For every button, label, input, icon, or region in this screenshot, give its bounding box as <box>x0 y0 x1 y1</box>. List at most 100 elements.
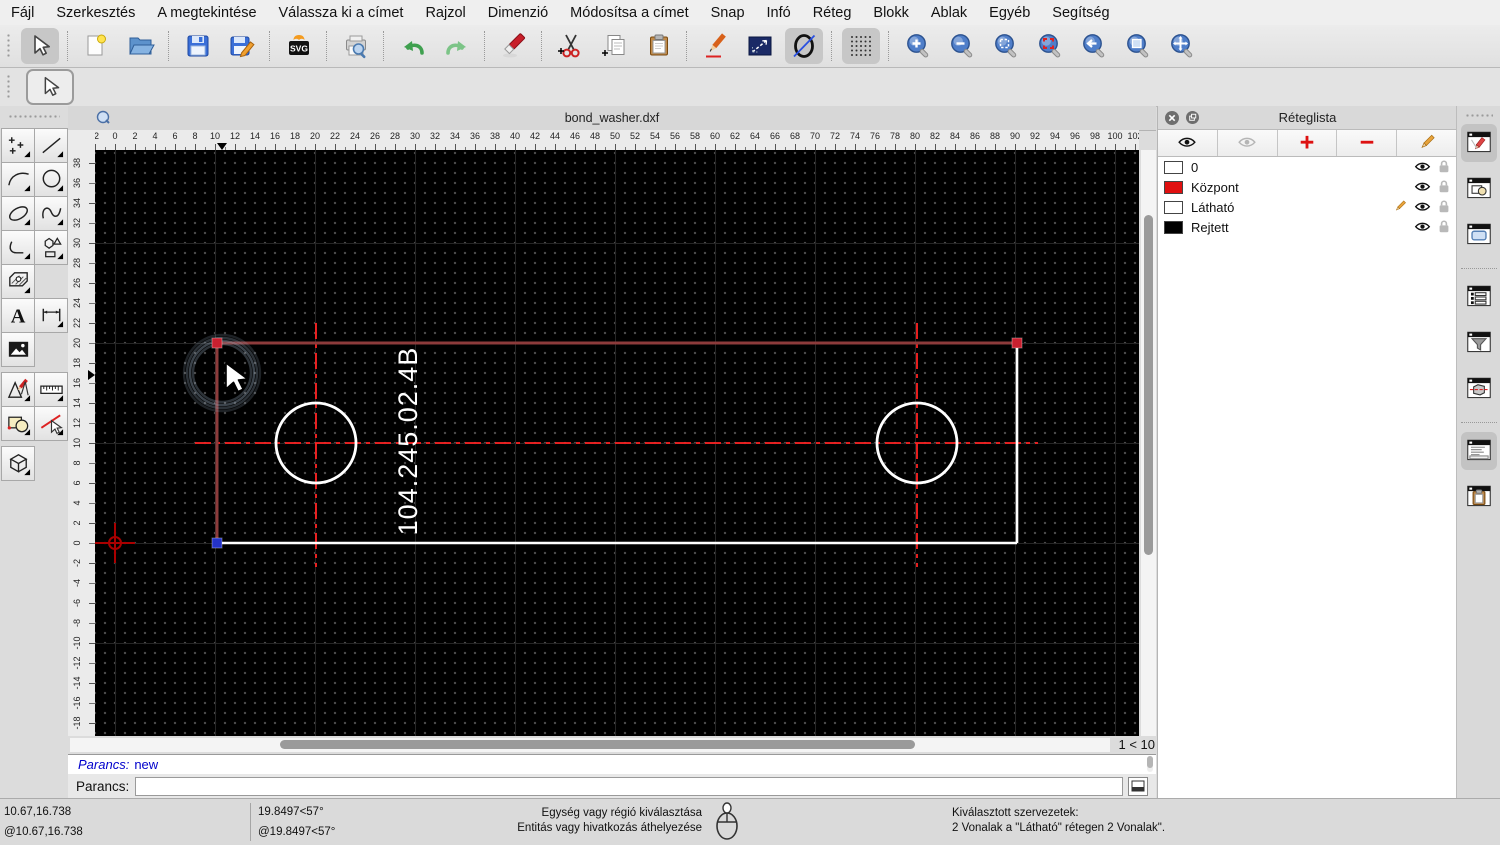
horizontal-scrollbar[interactable] <box>70 738 1110 752</box>
zoom-out-button[interactable] <box>943 28 981 64</box>
selection-handle-red[interactable] <box>211 337 223 349</box>
svg-export-button[interactable]: SVG <box>280 28 318 64</box>
layer-row-0[interactable]: 0 <box>1158 157 1457 177</box>
zoom-window-button[interactable] <box>1031 28 1069 64</box>
spline-tool-button[interactable] <box>34 196 68 231</box>
hide-all-eye-button[interactable] <box>1217 130 1278 156</box>
copy-button[interactable] <box>596 28 634 64</box>
menu-szerkesztés[interactable]: Szerkesztés <box>45 5 146 21</box>
clipboard-widget-button[interactable] <box>1461 478 1497 516</box>
menu-segítség[interactable]: Segítség <box>1041 5 1120 21</box>
block-list-widget-button[interactable] <box>1461 170 1497 208</box>
command-widget-button[interactable] <box>1461 432 1497 470</box>
library-widget-button[interactable] <box>1461 216 1497 254</box>
new-document-button[interactable] <box>78 28 116 64</box>
menu-infó[interactable]: Infó <box>756 5 802 21</box>
save-as-button[interactable] <box>223 28 261 64</box>
paste-button[interactable] <box>640 28 678 64</box>
menu-válassza-ki-a-címet[interactable]: Válassza ki a címet <box>268 5 415 21</box>
delete-entity-button[interactable] <box>495 28 533 64</box>
layer-color-swatch[interactable] <box>1164 180 1183 194</box>
layer-color-swatch[interactable] <box>1164 220 1183 234</box>
image-tool-button[interactable] <box>1 332 35 367</box>
layer-lock-toggle[interactable] <box>1435 159 1453 175</box>
layer-list-widget-button[interactable] <box>1461 124 1497 162</box>
zoom-auto-button[interactable] <box>987 28 1025 64</box>
undo-button[interactable] <box>394 28 432 64</box>
layer-row-Központ[interactable]: Központ <box>1158 177 1457 197</box>
vertical-scrollbar-thumb[interactable] <box>1144 215 1153 555</box>
edit-pen-button[interactable] <box>697 28 735 64</box>
menu-blokk[interactable]: Blokk <box>862 5 919 21</box>
open-file-button[interactable] <box>122 28 160 64</box>
zoom-pan-button[interactable] <box>1163 28 1201 64</box>
layer-lock-toggle[interactable] <box>1435 179 1453 195</box>
measure-tool-button[interactable] <box>34 372 68 407</box>
view-widget-button[interactable] <box>1461 370 1497 408</box>
solid-3d-tool-button[interactable] <box>1 446 35 481</box>
points-tool-button[interactable] <box>1 128 35 163</box>
ellipse2-tool-button[interactable] <box>1 196 35 231</box>
text-tool-button[interactable]: A <box>1 298 35 333</box>
polyline-tool-button[interactable] <box>1 230 35 265</box>
layer-visibility-toggle[interactable] <box>1413 159 1431 176</box>
print-preview-button[interactable] <box>337 28 375 64</box>
layer-lock-toggle[interactable] <box>1435 199 1453 215</box>
command-history-scrollbar[interactable] <box>1147 756 1153 772</box>
attributes-button[interactable] <box>741 28 779 64</box>
menu-egyéb[interactable]: Egyéb <box>978 5 1041 21</box>
add-layer-button[interactable] <box>1277 130 1338 156</box>
hatch-tool-button[interactable] <box>1 264 35 299</box>
zoom-page-button[interactable] <box>1119 28 1157 64</box>
tool-options-drag-handle[interactable] <box>6 74 12 100</box>
command-keyboard-toggle-button[interactable] <box>1128 776 1149 796</box>
trim-tool-button[interactable] <box>1 406 35 441</box>
entity-list-widget-button[interactable] <box>1461 278 1497 316</box>
close-icon[interactable] <box>1164 110 1179 125</box>
document-titlebar[interactable]: bond_washer.dxf <box>68 106 1156 131</box>
remove-layer-button[interactable] <box>1337 130 1398 156</box>
menu-módosítsa-a-címet[interactable]: Módosítsa a címet <box>559 5 699 21</box>
edit-layer-button[interactable] <box>1397 130 1457 156</box>
menu-réteg[interactable]: Réteg <box>802 5 863 21</box>
line-tool-button[interactable] <box>34 128 68 163</box>
float-panel-icon[interactable] <box>1185 110 1200 125</box>
menu-dimenzió[interactable]: Dimenzió <box>477 5 559 21</box>
layer-visibility-toggle[interactable] <box>1413 179 1431 196</box>
layer-visibility-toggle[interactable] <box>1413 219 1431 236</box>
dock-drag-handle[interactable] <box>1465 113 1493 118</box>
save-button[interactable] <box>179 28 217 64</box>
select-entity-tool-button[interactable] <box>34 406 68 441</box>
palette-drag-handle[interactable] <box>8 114 60 120</box>
grid-toggle-button[interactable] <box>842 28 880 64</box>
zoom-previous-button[interactable] <box>1075 28 1113 64</box>
toolbar-drag-handle[interactable] <box>6 33 12 59</box>
dimension-tool-button[interactable] <box>34 298 68 333</box>
menu-rajzol[interactable]: Rajzol <box>414 5 476 21</box>
layer-lock-toggle[interactable] <box>1435 219 1453 235</box>
filter-widget-button[interactable] <box>1461 324 1497 362</box>
show-all-eye-button[interactable] <box>1158 130 1218 156</box>
circle-tool-button[interactable] <box>34 162 68 197</box>
menu-fájl[interactable]: Fájl <box>0 5 45 21</box>
menu-ablak[interactable]: Ablak <box>920 5 978 21</box>
layer-row-Rejtett[interactable]: Rejtett <box>1158 217 1457 237</box>
layer-color-swatch[interactable] <box>1164 200 1183 214</box>
polygon-tool-button[interactable] <box>34 230 68 265</box>
vertical-scrollbar[interactable] <box>1141 150 1156 736</box>
ellipse-line-button[interactable] <box>785 28 823 64</box>
zoom-in-button[interactable] <box>899 28 937 64</box>
layer-visibility-toggle[interactable] <box>1413 199 1431 216</box>
layer-color-swatch[interactable] <box>1164 160 1183 174</box>
modify-tool-button[interactable] <box>1 372 35 407</box>
command-input[interactable] <box>135 776 1124 796</box>
selection-handle-blue[interactable] <box>211 537 223 549</box>
layer-edit-slot[interactable] <box>1391 199 1409 215</box>
drawing-canvas[interactable]: 104.245.02.4B <box>95 150 1139 736</box>
cut-button[interactable] <box>552 28 590 64</box>
redo-button[interactable] <box>438 28 476 64</box>
cursor-option-button[interactable] <box>26 69 74 105</box>
horizontal-scrollbar-thumb[interactable] <box>280 740 915 749</box>
menu-a-megtekintése[interactable]: A megtekintése <box>146 5 267 21</box>
layer-row-Látható[interactable]: Látható <box>1158 197 1457 217</box>
